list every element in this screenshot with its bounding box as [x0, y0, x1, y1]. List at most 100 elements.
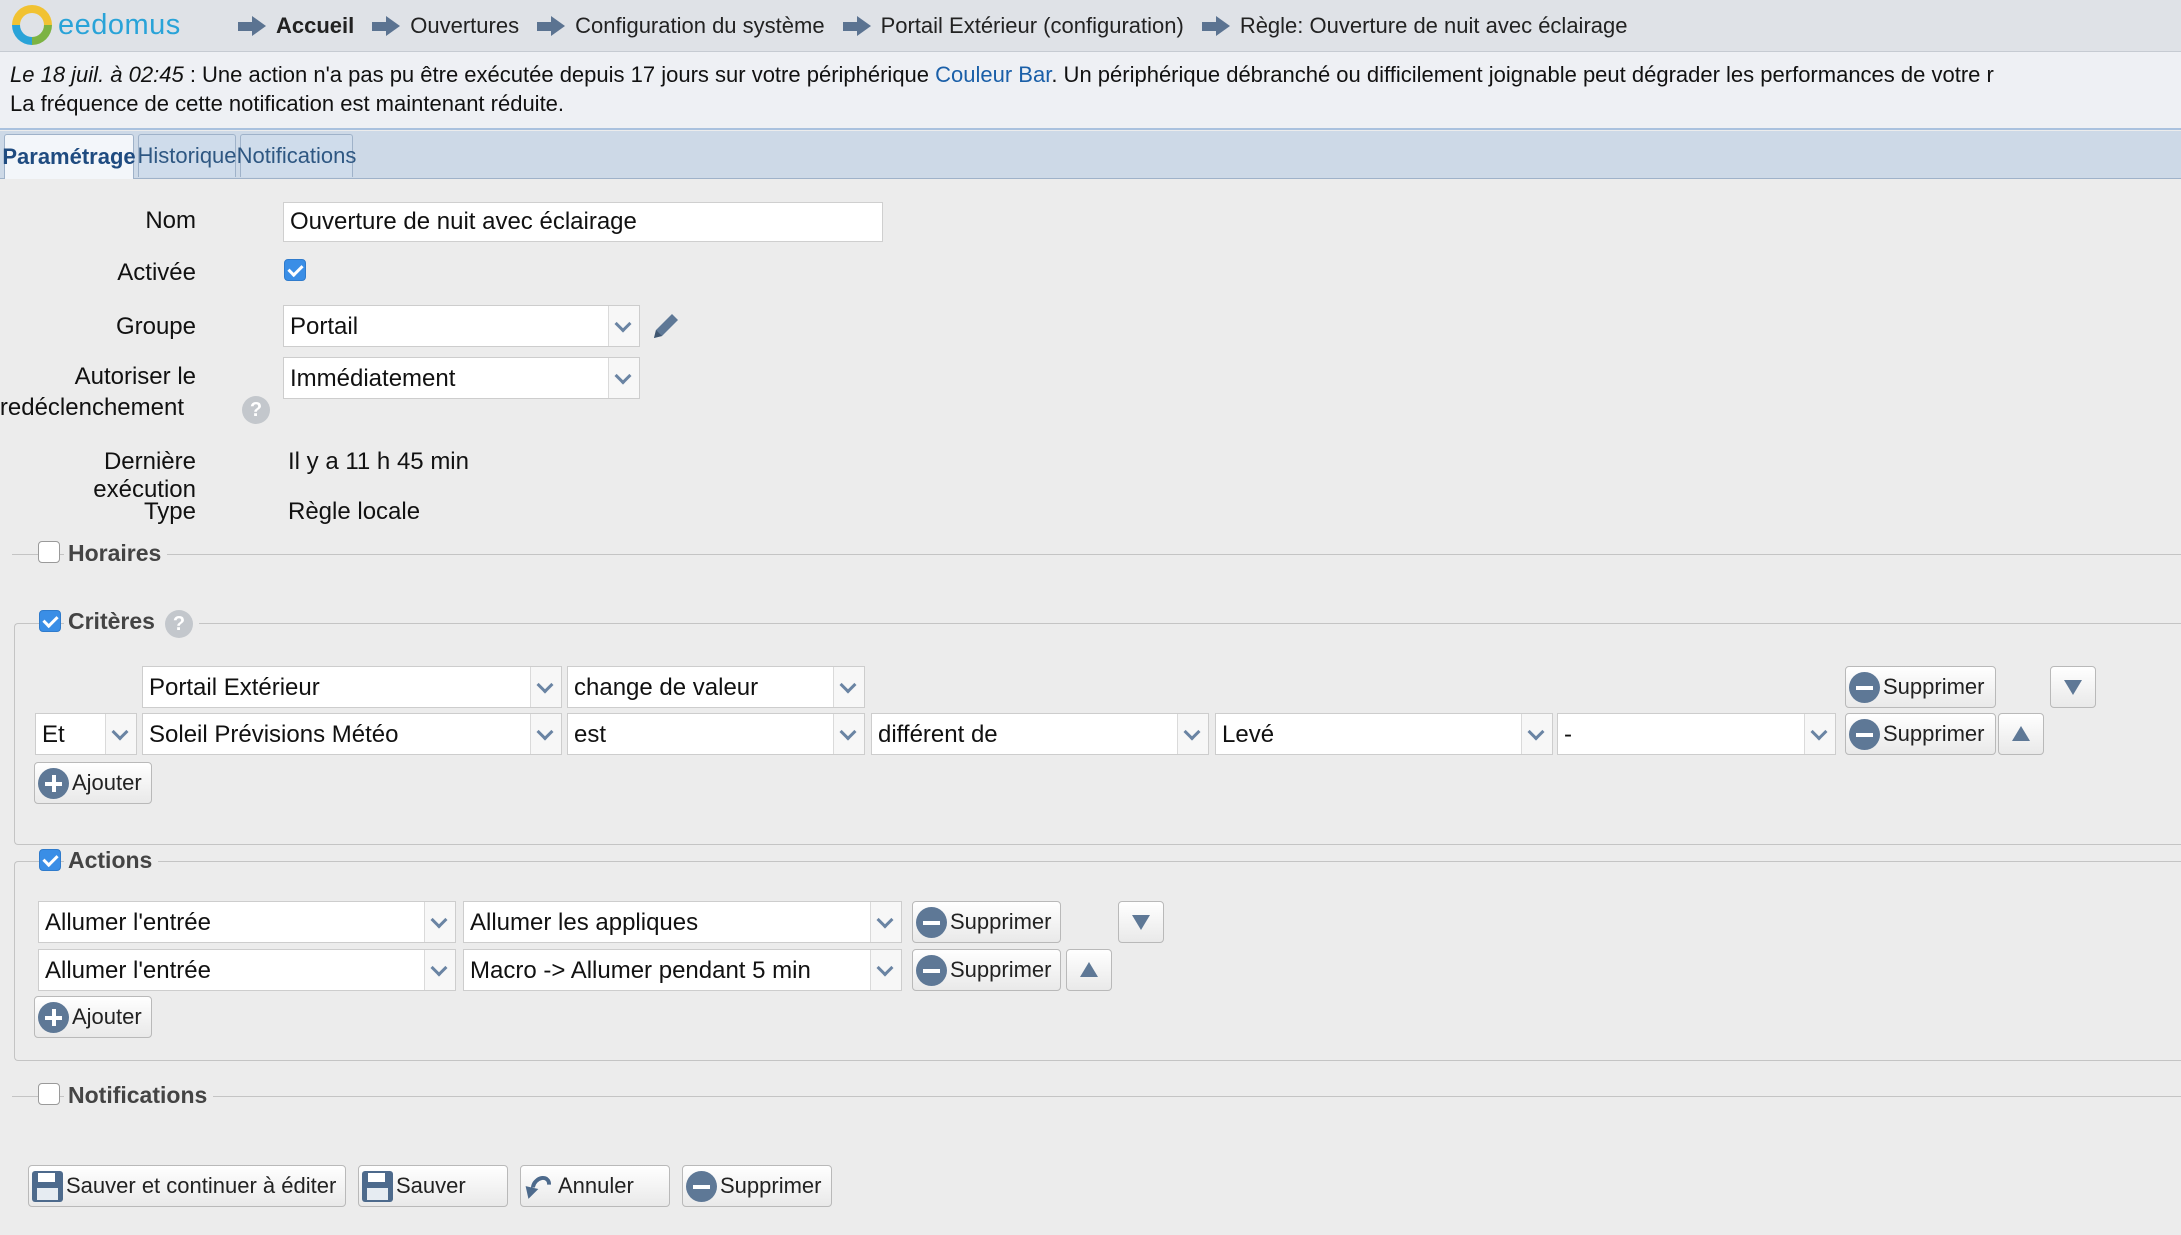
undo-icon — [524, 1171, 555, 1202]
chevron-down-icon — [105, 714, 136, 754]
critere-logic-value: Et — [42, 721, 65, 748]
critere-condition-select[interactable]: change de valeur — [567, 666, 865, 708]
button-label: Supprimer — [720, 1173, 822, 1198]
tab-parametrage[interactable]: Paramétrage — [2, 134, 136, 179]
move-up-button[interactable] — [1998, 713, 2044, 755]
critere-device-select-2[interactable]: Soleil Prévisions Météo — [142, 713, 562, 755]
supprimer-action-button[interactable]: Supprimer — [912, 901, 1061, 943]
arrow-right-icon — [238, 15, 268, 37]
notification-text-end: . Un périphérique débranché ou difficile… — [1051, 62, 1994, 87]
critere-extra-select[interactable]: - — [1557, 713, 1836, 755]
breadcrumb-item-configuration[interactable]: Configuration du système — [537, 13, 825, 39]
derniere-execution-label: Dernière exécution — [93, 448, 196, 503]
device-link[interactable]: Couleur Bar — [935, 62, 1051, 87]
breadcrumb-label: Ouvertures — [410, 12, 520, 38]
redeclenchement-select[interactable]: Immédiatement — [283, 357, 640, 399]
nom-label: Nom — [145, 207, 196, 234]
save-continue-button[interactable]: Sauver et continuer à éditer — [28, 1165, 346, 1207]
horaires-title: Horaires — [64, 540, 168, 567]
redeclenchement-label-1: Autoriser le — [74, 363, 196, 390]
move-down-button[interactable] — [2050, 666, 2096, 708]
criteres-checkbox[interactable] — [39, 610, 61, 632]
breadcrumb: Accueil Ouvertures Configuration du syst… — [238, 0, 1645, 51]
chevron-down-icon — [608, 306, 639, 346]
minus-icon — [1849, 718, 1880, 750]
button-label: Supprimer — [950, 957, 1052, 982]
action-type-value: Allumer l'entrée — [45, 957, 211, 984]
chevron-down-icon — [870, 902, 901, 942]
arrow-right-icon — [1201, 15, 1232, 37]
chevron-down-icon — [530, 714, 561, 754]
breadcrumb-label: Règle: Ouverture de nuit avec éclairage — [1239, 12, 1628, 38]
nom-input[interactable]: Ouverture de nuit avec éclairage — [283, 202, 883, 242]
help-icon[interactable]: ? — [242, 396, 270, 424]
tab-historique[interactable]: Historique — [137, 134, 237, 177]
critere-value-select[interactable]: Levé — [1215, 713, 1553, 755]
breadcrumb-item-portail[interactable]: Portail Extérieur (configuration) — [842, 13, 1184, 39]
breadcrumb-item-regle: Règle: Ouverture de nuit avec éclairage — [1201, 12, 1628, 39]
ajouter-action-button[interactable]: Ajouter — [34, 996, 152, 1038]
critere-condition-value: change de valeur — [574, 674, 759, 701]
tab-bar: Paramétrage Historique Notifications — [0, 131, 2181, 179]
chevron-down-icon — [833, 714, 864, 754]
groupe-select[interactable]: Portail — [283, 305, 640, 347]
activee-checkbox[interactable] — [284, 259, 306, 281]
supprimer-critere-button-2[interactable]: Supprimer — [1845, 713, 1996, 755]
criteres-help-icon[interactable]: ? — [165, 610, 193, 638]
plus-icon — [38, 1001, 69, 1033]
type-label: Type — [143, 498, 196, 525]
button-label: Sauver — [396, 1173, 466, 1198]
chevron-down-icon — [424, 950, 455, 990]
groupe-label: Groupe — [115, 313, 196, 340]
save-button[interactable]: Sauver — [358, 1165, 508, 1207]
minus-icon — [1849, 671, 1880, 703]
critere-operator-value: différent de — [878, 721, 998, 748]
type-value: Règle locale — [288, 498, 421, 525]
move-down-button[interactable] — [1118, 901, 1164, 943]
tab-notifications[interactable]: Notifications — [237, 134, 356, 177]
critere-logic-select[interactable]: Et — [35, 713, 137, 755]
pencil-icon[interactable] — [648, 308, 684, 344]
arrow-right-icon — [372, 15, 402, 37]
breadcrumb-item-accueil[interactable]: Accueil — [238, 13, 354, 39]
actions-checkbox[interactable] — [39, 849, 61, 871]
action-target-value: Macro -> Allumer pendant 5 min — [470, 957, 811, 984]
critere-device-value: Soleil Prévisions Météo — [149, 721, 399, 748]
move-up-button[interactable] — [1066, 949, 1112, 991]
action-type-select[interactable]: Allumer l'entrée — [38, 901, 456, 943]
action-type-select-2[interactable]: Allumer l'entrée — [38, 949, 456, 991]
notifications-checkbox[interactable] — [38, 1083, 60, 1105]
top-bar: eedomus Accueil Ouvertures Configuration… — [0, 0, 2181, 52]
breadcrumb-label: Accueil — [276, 12, 355, 38]
eedomus-logo-icon — [12, 5, 52, 45]
ajouter-critere-button[interactable]: Ajouter — [34, 762, 152, 804]
breadcrumb-item-ouvertures[interactable]: Ouvertures — [372, 13, 519, 39]
action-target-select-2[interactable]: Macro -> Allumer pendant 5 min — [463, 949, 902, 991]
critere-operator-select[interactable]: différent de — [871, 713, 1209, 755]
critere-condition-select-2[interactable]: est — [567, 713, 865, 755]
chevron-down-icon — [1804, 714, 1835, 754]
critere-device-value: Portail Extérieur — [149, 674, 320, 701]
redeclenchement-label-2: redéclenchement — [0, 394, 184, 421]
minus-icon — [916, 906, 947, 938]
notification-line-2: La fréquence de cette notification est m… — [10, 91, 565, 116]
plus-icon — [38, 767, 69, 799]
chevron-down-icon — [530, 667, 561, 707]
supprimer-action-button-2[interactable]: Supprimer — [912, 949, 1061, 991]
action-target-select[interactable]: Allumer les appliques — [463, 901, 902, 943]
cancel-button[interactable]: Annuler — [520, 1165, 670, 1207]
button-label: Supprimer — [1883, 674, 1985, 699]
delete-rule-button[interactable]: Supprimer — [682, 1165, 832, 1207]
notification-banner: Le 18 juil. à 02:45 : Une action n'a pas… — [0, 52, 2181, 130]
horaires-divider — [12, 554, 2181, 555]
activee-label: Activée — [117, 259, 196, 286]
chevron-down-icon — [833, 667, 864, 707]
chevron-down-icon — [424, 902, 455, 942]
critere-device-select[interactable]: Portail Extérieur — [142, 666, 562, 708]
horaires-checkbox[interactable] — [38, 541, 60, 563]
logo[interactable]: eedomus — [12, 5, 181, 45]
button-label: Ajouter — [72, 770, 142, 795]
critere-value-value: Levé — [1222, 721, 1275, 748]
supprimer-critere-button[interactable]: Supprimer — [1845, 666, 1996, 708]
groupe-value: Portail — [290, 313, 359, 340]
